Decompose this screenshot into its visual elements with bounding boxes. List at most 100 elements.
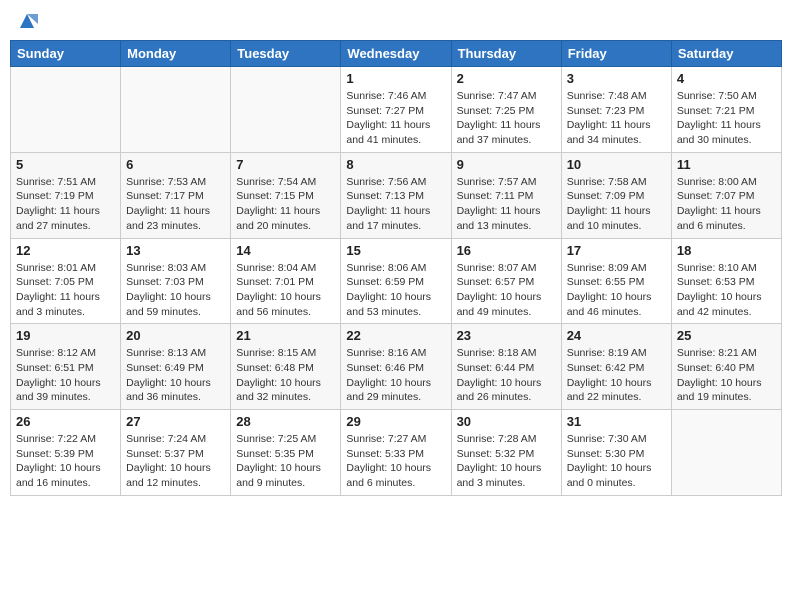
weekday-header-row: SundayMondayTuesdayWednesdayThursdayFrid… bbox=[11, 41, 782, 67]
day-info: Sunrise: 7:22 AMSunset: 5:39 PMDaylight:… bbox=[16, 432, 115, 491]
day-info: Sunrise: 7:53 AMSunset: 7:17 PMDaylight:… bbox=[126, 175, 225, 234]
day-info: Sunrise: 7:58 AMSunset: 7:09 PMDaylight:… bbox=[567, 175, 666, 234]
day-number: 9 bbox=[457, 157, 556, 172]
day-number: 24 bbox=[567, 328, 666, 343]
day-info: Sunrise: 8:15 AMSunset: 6:48 PMDaylight:… bbox=[236, 346, 335, 405]
weekday-header-friday: Friday bbox=[561, 41, 671, 67]
weekday-header-saturday: Saturday bbox=[671, 41, 781, 67]
day-info: Sunrise: 7:57 AMSunset: 7:11 PMDaylight:… bbox=[457, 175, 556, 234]
day-info: Sunrise: 7:48 AMSunset: 7:23 PMDaylight:… bbox=[567, 89, 666, 148]
calendar-cell: 27 Sunrise: 7:24 AMSunset: 5:37 PMDayligh… bbox=[121, 410, 231, 496]
day-info: Sunrise: 7:56 AMSunset: 7:13 PMDaylight:… bbox=[346, 175, 445, 234]
day-info: Sunrise: 8:12 AMSunset: 6:51 PMDaylight:… bbox=[16, 346, 115, 405]
day-number: 14 bbox=[236, 243, 335, 258]
calendar-cell: 15Sunrise: 8:06 AMSunset: 6:59 PMDayligh… bbox=[341, 238, 451, 324]
day-number: 26 bbox=[16, 414, 115, 429]
weekday-header-thursday: Thursday bbox=[451, 41, 561, 67]
calendar-cell: 21 Sunrise: 8:15 AMSunset: 6:48 PMDayligh… bbox=[231, 324, 341, 410]
calendar-cell: 26 Sunrise: 7:22 AMSunset: 5:39 PMDayligh… bbox=[11, 410, 121, 496]
day-number: 1 bbox=[346, 71, 445, 86]
calendar-cell bbox=[121, 67, 231, 153]
calendar-week-row: 26 Sunrise: 7:22 AMSunset: 5:39 PMDayligh… bbox=[11, 410, 782, 496]
calendar-week-row: 5 Sunrise: 7:51 AMSunset: 7:19 PMDaylight… bbox=[11, 152, 782, 238]
day-info: Sunrise: 8:18 AMSunset: 6:44 PMDaylight:… bbox=[457, 346, 556, 405]
day-number: 6 bbox=[126, 157, 225, 172]
calendar-cell: 19Sunrise: 8:12 AMSunset: 6:51 PMDayligh… bbox=[11, 324, 121, 410]
day-info: Sunrise: 8:21 AMSunset: 6:40 PMDaylight:… bbox=[677, 346, 776, 405]
calendar-cell: 7 Sunrise: 7:54 AMSunset: 7:15 PMDaylight… bbox=[231, 152, 341, 238]
calendar-cell bbox=[231, 67, 341, 153]
day-info: Sunrise: 7:28 AMSunset: 5:32 PMDaylight:… bbox=[457, 432, 556, 491]
day-info: Sunrise: 7:47 AMSunset: 7:25 PMDaylight:… bbox=[457, 89, 556, 148]
logo-icon bbox=[16, 10, 38, 32]
day-info: Sunrise: 7:50 AMSunset: 7:21 PMDaylight:… bbox=[677, 89, 776, 148]
day-number: 2 bbox=[457, 71, 556, 86]
calendar-cell: 28Sunrise: 7:25 AMSunset: 5:35 PMDayligh… bbox=[231, 410, 341, 496]
day-number: 7 bbox=[236, 157, 335, 172]
day-number: 20 bbox=[126, 328, 225, 343]
calendar-cell: 29Sunrise: 7:27 AMSunset: 5:33 PMDayligh… bbox=[341, 410, 451, 496]
day-info: Sunrise: 8:04 AMSunset: 7:01 PMDaylight:… bbox=[236, 261, 335, 320]
day-number: 29 bbox=[346, 414, 445, 429]
day-info: Sunrise: 7:54 AMSunset: 7:15 PMDaylight:… bbox=[236, 175, 335, 234]
day-number: 13 bbox=[126, 243, 225, 258]
calendar-cell: 6 Sunrise: 7:53 AMSunset: 7:17 PMDaylight… bbox=[121, 152, 231, 238]
day-number: 31 bbox=[567, 414, 666, 429]
calendar-cell: 23 Sunrise: 8:18 AMSunset: 6:44 PMDayligh… bbox=[451, 324, 561, 410]
calendar-cell: 22Sunrise: 8:16 AMSunset: 6:46 PMDayligh… bbox=[341, 324, 451, 410]
calendar-cell: 2 Sunrise: 7:47 AMSunset: 7:25 PMDaylight… bbox=[451, 67, 561, 153]
calendar-cell: 31 Sunrise: 7:30 AMSunset: 5:30 PMDayligh… bbox=[561, 410, 671, 496]
weekday-header-sunday: Sunday bbox=[11, 41, 121, 67]
day-info: Sunrise: 8:13 AMSunset: 6:49 PMDaylight:… bbox=[126, 346, 225, 405]
calendar-cell: 20 Sunrise: 8:13 AMSunset: 6:49 PMDayligh… bbox=[121, 324, 231, 410]
day-number: 28 bbox=[236, 414, 335, 429]
day-number: 30 bbox=[457, 414, 556, 429]
day-number: 25 bbox=[677, 328, 776, 343]
day-info: Sunrise: 8:07 AMSunset: 6:57 PMDaylight:… bbox=[457, 261, 556, 320]
day-number: 23 bbox=[457, 328, 556, 343]
day-info: Sunrise: 8:06 AMSunset: 6:59 PMDaylight:… bbox=[346, 261, 445, 320]
day-info: Sunrise: 8:00 AMSunset: 7:07 PMDaylight:… bbox=[677, 175, 776, 234]
day-info: Sunrise: 8:01 AMSunset: 7:05 PMDaylight:… bbox=[16, 261, 115, 320]
day-number: 5 bbox=[16, 157, 115, 172]
calendar-cell: 10 Sunrise: 7:58 AMSunset: 7:09 PMDayligh… bbox=[561, 152, 671, 238]
day-number: 3 bbox=[567, 71, 666, 86]
day-info: Sunrise: 7:46 AMSunset: 7:27 PMDaylight:… bbox=[346, 89, 445, 148]
calendar-cell: 30 Sunrise: 7:28 AMSunset: 5:32 PMDayligh… bbox=[451, 410, 561, 496]
day-number: 12 bbox=[16, 243, 115, 258]
calendar-cell: 4 Sunrise: 7:50 AMSunset: 7:21 PMDaylight… bbox=[671, 67, 781, 153]
day-number: 8 bbox=[346, 157, 445, 172]
calendar-cell: 17Sunrise: 8:09 AMSunset: 6:55 PMDayligh… bbox=[561, 238, 671, 324]
calendar-table: SundayMondayTuesdayWednesdayThursdayFrid… bbox=[10, 40, 782, 496]
day-number: 4 bbox=[677, 71, 776, 86]
weekday-header-tuesday: Tuesday bbox=[231, 41, 341, 67]
day-info: Sunrise: 7:24 AMSunset: 5:37 PMDaylight:… bbox=[126, 432, 225, 491]
calendar-cell: 11 Sunrise: 8:00 AMSunset: 7:07 PMDayligh… bbox=[671, 152, 781, 238]
day-number: 10 bbox=[567, 157, 666, 172]
day-number: 18 bbox=[677, 243, 776, 258]
day-info: Sunrise: 7:30 AMSunset: 5:30 PMDaylight:… bbox=[567, 432, 666, 491]
calendar-week-row: 19Sunrise: 8:12 AMSunset: 6:51 PMDayligh… bbox=[11, 324, 782, 410]
calendar-cell: 1 Sunrise: 7:46 AMSunset: 7:27 PMDaylight… bbox=[341, 67, 451, 153]
day-info: Sunrise: 8:16 AMSunset: 6:46 PMDaylight:… bbox=[346, 346, 445, 405]
calendar-cell bbox=[671, 410, 781, 496]
calendar-cell: 14 Sunrise: 8:04 AMSunset: 7:01 PMDayligh… bbox=[231, 238, 341, 324]
calendar-cell: 25 Sunrise: 8:21 AMSunset: 6:40 PMDayligh… bbox=[671, 324, 781, 410]
calendar-cell: 5 Sunrise: 7:51 AMSunset: 7:19 PMDaylight… bbox=[11, 152, 121, 238]
calendar-cell: 18Sunrise: 8:10 AMSunset: 6:53 PMDayligh… bbox=[671, 238, 781, 324]
calendar-cell: 3 Sunrise: 7:48 AMSunset: 7:23 PMDaylight… bbox=[561, 67, 671, 153]
weekday-header-wednesday: Wednesday bbox=[341, 41, 451, 67]
day-number: 17 bbox=[567, 243, 666, 258]
day-number: 21 bbox=[236, 328, 335, 343]
day-info: Sunrise: 8:03 AMSunset: 7:03 PMDaylight:… bbox=[126, 261, 225, 320]
day-info: Sunrise: 7:51 AMSunset: 7:19 PMDaylight:… bbox=[16, 175, 115, 234]
calendar-cell: 13 Sunrise: 8:03 AMSunset: 7:03 PMDayligh… bbox=[121, 238, 231, 324]
calendar-cell: 16Sunrise: 8:07 AMSunset: 6:57 PMDayligh… bbox=[451, 238, 561, 324]
weekday-header-monday: Monday bbox=[121, 41, 231, 67]
page-header bbox=[10, 10, 782, 32]
logo bbox=[14, 10, 38, 32]
day-number: 11 bbox=[677, 157, 776, 172]
day-number: 27 bbox=[126, 414, 225, 429]
day-info: Sunrise: 8:19 AMSunset: 6:42 PMDaylight:… bbox=[567, 346, 666, 405]
calendar-cell bbox=[11, 67, 121, 153]
